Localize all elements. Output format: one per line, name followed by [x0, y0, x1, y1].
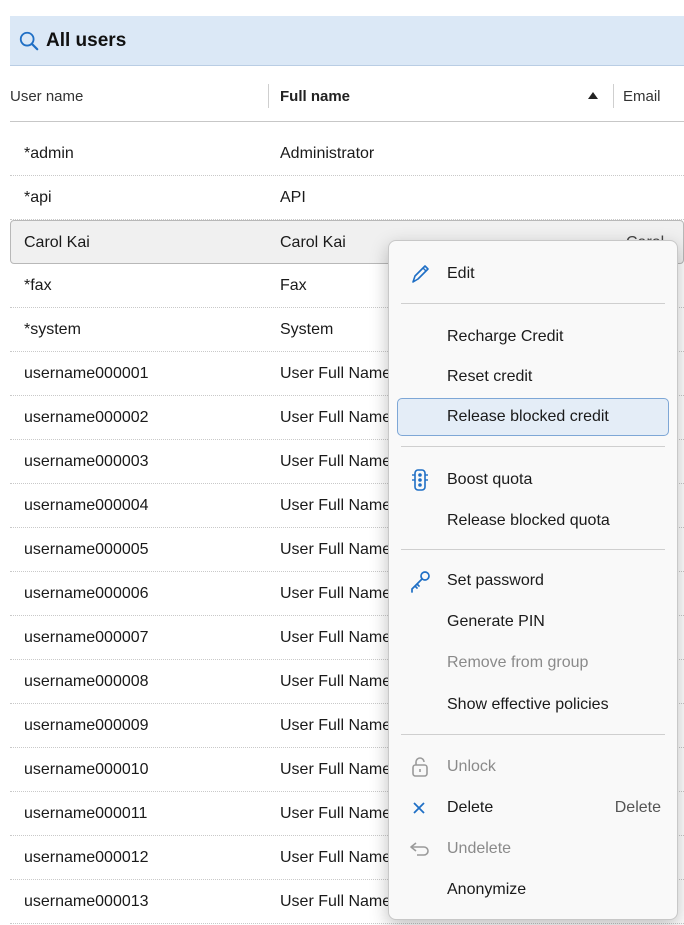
menu-item-delete[interactable]: Delete Delete — [397, 789, 669, 827]
page-title: All users — [46, 29, 127, 51]
keyboard-shortcut: Delete — [614, 799, 661, 816]
table-row[interactable]: *api API — [10, 176, 684, 220]
menu-item-label: Set password — [447, 572, 544, 589]
menu-item-label: Anonymize — [447, 881, 527, 898]
column-header-email[interactable]: Email — [623, 70, 661, 122]
username-cell: username000009 — [24, 717, 149, 734]
username-cell: *api — [24, 189, 52, 206]
menu-separator — [401, 734, 665, 735]
users-panel-header: All users — [10, 16, 684, 66]
undo-icon — [410, 842, 429, 856]
username-cell: Carol Kai — [24, 234, 90, 251]
menu-item-anonymize[interactable]: Anonymize — [397, 871, 669, 909]
username-cell: username000002 — [24, 409, 149, 426]
pencil-icon — [412, 265, 429, 283]
column-divider[interactable] — [268, 84, 269, 108]
username-cell: username000012 — [24, 849, 149, 866]
column-header-fullname[interactable]: Full name — [280, 70, 350, 122]
username-cell: username000004 — [24, 497, 149, 514]
fullname-cell: Administrator — [280, 145, 375, 162]
username-cell: username000013 — [24, 893, 149, 910]
username-cell: username000007 — [24, 629, 149, 646]
username-cell: username000005 — [24, 541, 149, 558]
menu-item-undelete[interactable]: Undelete — [397, 830, 669, 868]
menu-item-edit[interactable]: Edit — [397, 255, 669, 293]
fullname-cell: Carol Kai — [280, 234, 346, 251]
table-header: User name Full name Email — [10, 70, 684, 122]
menu-item-unlock[interactable]: Unlock — [397, 748, 669, 786]
sort-ascending-icon[interactable] — [587, 90, 599, 102]
menu-item-label: Recharge Credit — [447, 328, 564, 345]
menu-item-remove-from-group[interactable]: Remove from group — [397, 644, 669, 682]
search-icon[interactable] — [18, 30, 40, 52]
username-cell: username000003 — [24, 453, 149, 470]
column-divider[interactable] — [613, 84, 614, 108]
username-cell: username000011 — [24, 805, 148, 822]
table-row[interactable]: *admin Administrator — [10, 132, 684, 176]
fullname-cell: API — [280, 189, 306, 206]
unlock-icon — [412, 757, 428, 777]
menu-item-set-password[interactable]: Set password — [397, 562, 669, 600]
menu-item-label: Undelete — [447, 840, 512, 857]
menu-separator — [401, 446, 665, 447]
menu-item-show-effective-policies[interactable]: Show effective policies — [397, 686, 669, 724]
traffic-light-icon — [412, 469, 428, 491]
menu-item-release-blocked-quota[interactable]: Release blocked quota — [397, 502, 669, 540]
username-cell: *admin — [24, 145, 74, 162]
close-icon — [413, 802, 425, 814]
menu-separator — [401, 549, 665, 550]
menu-item-boost-quota[interactable]: Boost quota — [397, 461, 669, 499]
username-cell: username000010 — [24, 761, 149, 778]
fullname-cell: Fax — [280, 277, 307, 294]
column-header-username[interactable]: User name — [10, 70, 83, 122]
menu-item-label: Boost quota — [447, 471, 533, 488]
menu-item-label: Delete — [447, 799, 494, 816]
menu-item-generate-pin[interactable]: Generate PIN — [397, 603, 669, 641]
menu-item-label: Release blocked quota — [447, 512, 610, 529]
menu-item-label: Edit — [447, 265, 475, 282]
username-cell: *system — [24, 321, 81, 338]
menu-item-label: Show effective policies — [447, 696, 609, 713]
menu-item-label: Reset credit — [447, 368, 533, 385]
menu-item-release-blocked-credit[interactable]: Release blocked credit — [397, 398, 669, 436]
key-icon — [411, 571, 430, 593]
menu-separator — [401, 303, 665, 304]
menu-item-label: Unlock — [447, 758, 496, 775]
username-cell: username000008 — [24, 673, 149, 690]
fullname-cell: System — [280, 321, 334, 338]
context-menu: Edit Recharge Credit Reset credit Releas… — [388, 240, 678, 920]
username-cell: *fax — [24, 277, 52, 294]
menu-item-label: Remove from group — [447, 654, 589, 671]
menu-item-label: Release blocked credit — [447, 408, 609, 425]
username-cell: username000006 — [24, 585, 149, 602]
menu-item-reset-credit[interactable]: Reset credit — [397, 358, 669, 396]
menu-item-recharge-credit[interactable]: Recharge Credit — [397, 318, 669, 356]
username-cell: username000001 — [24, 365, 149, 382]
menu-item-label: Generate PIN — [447, 613, 545, 630]
